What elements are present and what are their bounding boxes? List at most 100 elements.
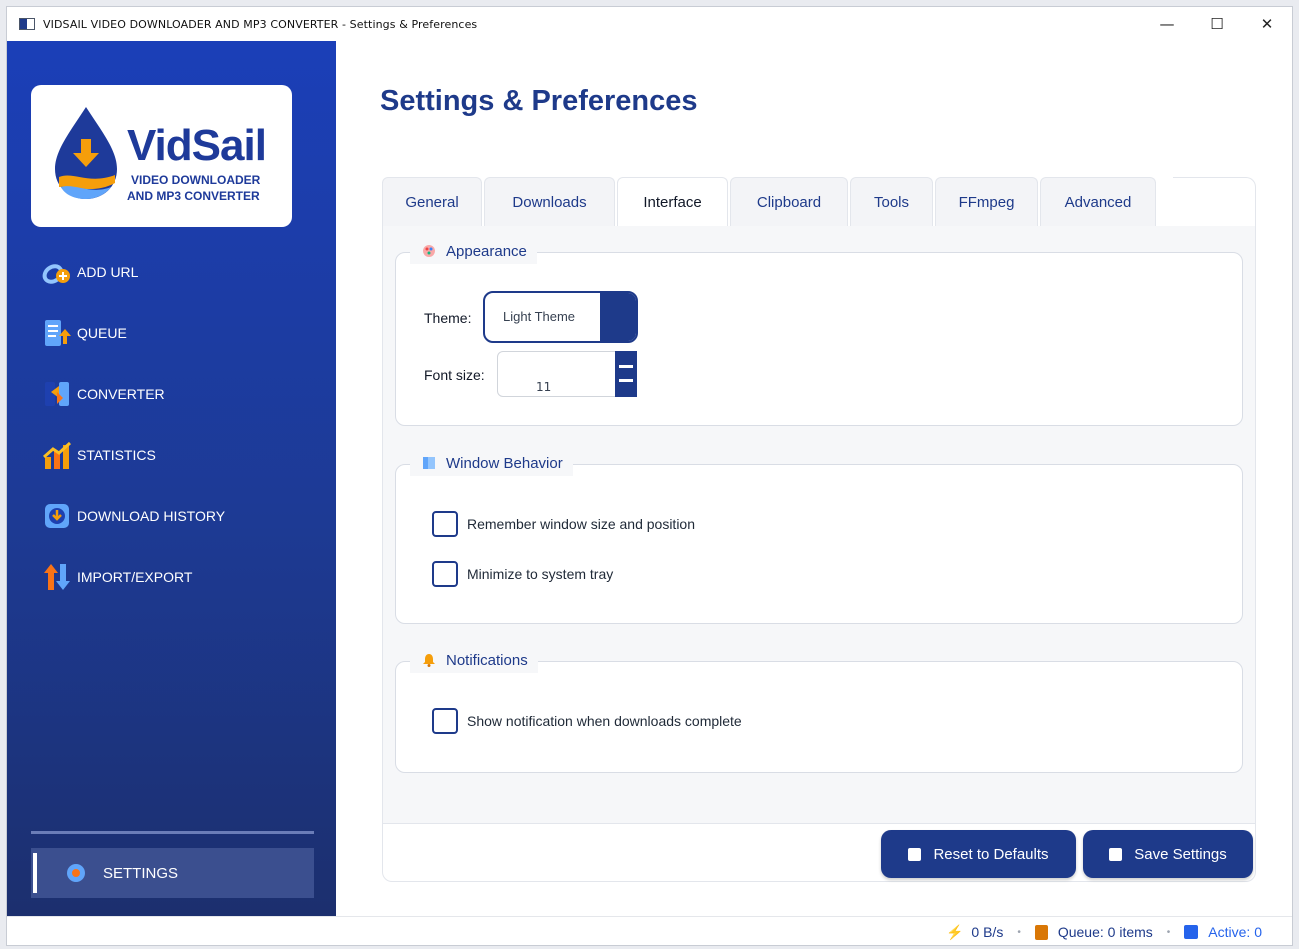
- settings-label: SETTINGS: [103, 864, 179, 882]
- minimize-tray-checkbox[interactable]: [432, 561, 458, 587]
- tab-general[interactable]: General: [382, 177, 482, 227]
- sidebar-divider: [31, 831, 314, 834]
- sidebar-item-label: ADD URL: [77, 263, 139, 280]
- tab-tools[interactable]: Tools: [850, 177, 933, 227]
- status-separator: •: [1017, 926, 1021, 938]
- dropdown-arrow-icon: [600, 293, 636, 341]
- save-settings-button[interactable]: Save Settings: [1083, 830, 1253, 878]
- import-export-icon: [41, 561, 73, 593]
- window-behavior-legend: Window Behavior: [410, 450, 573, 476]
- sidebar-nav: ADD URL QUEUE CONVERTER STATISTICS DOWNL…: [7, 241, 336, 607]
- main-content: Settings & Preferences General Downloads…: [336, 41, 1292, 916]
- window-behavior-group: Window Behavior Remember window size and…: [395, 450, 1243, 624]
- sidebar-item-label: IMPORT/EXPORT: [77, 568, 193, 585]
- theme-select[interactable]: Light Theme: [483, 291, 638, 343]
- close-button[interactable]: ✕: [1242, 7, 1292, 41]
- lightning-icon: ⚡: [945, 923, 964, 940]
- speed-value: 0 B/s: [971, 924, 1004, 940]
- spin-buttons[interactable]: [615, 351, 637, 397]
- download-notification-checkbox[interactable]: [432, 708, 458, 734]
- notifications-group: Notifications Show notification when dow…: [395, 647, 1243, 773]
- droplet-logo-icon: [55, 107, 117, 199]
- speed-status: ⚡ 0 B/s: [946, 924, 1003, 941]
- appearance-title: Appearance: [446, 242, 527, 260]
- sidebar-item-label: CONVERTER: [77, 385, 165, 402]
- reset-icon: [908, 847, 922, 861]
- font-size-label: Font size:: [424, 367, 485, 383]
- remember-window-option[interactable]: Remember window size and position: [432, 511, 695, 537]
- window-icon: [422, 456, 436, 470]
- maximize-button[interactable]: ☐: [1192, 7, 1242, 41]
- queue-value: Queue: 0 items: [1057, 924, 1153, 940]
- statistics-icon: [41, 439, 73, 471]
- status-bar: ⚡ 0 B/s • Queue: 0 items • Active: 0: [7, 916, 1292, 945]
- queue-status: Queue: 0 items: [1034, 924, 1153, 940]
- appearance-legend: Appearance: [410, 238, 537, 264]
- logo-subtitle-line2: AND MP3 CONVERTER: [127, 189, 260, 203]
- sidebar-item-add-url[interactable]: ADD URL: [7, 241, 336, 302]
- sidebar-item-import-export[interactable]: IMPORT/EXPORT: [7, 546, 336, 607]
- app-icon: [19, 18, 35, 30]
- palette-icon: [422, 244, 436, 258]
- bell-icon: [422, 653, 436, 667]
- minimize-tray-label: Minimize to system tray: [467, 566, 614, 582]
- active-status: Active: 0: [1184, 924, 1262, 940]
- logo-title: VidSail: [127, 121, 267, 170]
- sidebar: VidSail VIDEO DOWNLOADER AND MP3 CONVERT…: [7, 41, 336, 916]
- settings-footer: Reset to Defaults Save Settings: [382, 824, 1256, 882]
- minimize-button[interactable]: —: [1142, 7, 1192, 41]
- save-icon: [1109, 847, 1123, 861]
- link-add-icon: [41, 256, 73, 288]
- sidebar-item-label: QUEUE: [77, 324, 127, 341]
- font-size-spinbox[interactable]: 11: [497, 351, 637, 397]
- sidebar-item-download-history[interactable]: DOWNLOAD HISTORY: [7, 485, 336, 546]
- sidebar-item-settings[interactable]: SETTINGS: [31, 848, 314, 898]
- sidebar-item-statistics[interactable]: STATISTICS: [7, 424, 336, 485]
- sidebar-item-label: STATISTICS: [77, 446, 156, 463]
- tab-interface[interactable]: Interface: [617, 177, 728, 227]
- tab-downloads[interactable]: Downloads: [484, 177, 615, 227]
- spin-down-icon: [619, 379, 633, 382]
- sidebar-item-converter[interactable]: CONVERTER: [7, 363, 336, 424]
- active-indicator: [33, 853, 37, 893]
- interface-panel: Appearance Theme: Light Theme Font size:…: [382, 226, 1256, 824]
- remember-window-checkbox[interactable]: [432, 511, 458, 537]
- download-notification-option[interactable]: Show notification when downloads complet…: [432, 708, 742, 734]
- download-notification-label: Show notification when downloads complet…: [467, 713, 742, 729]
- queue-icon: [41, 317, 73, 349]
- remember-window-label: Remember window size and position: [467, 516, 695, 532]
- refresh-icon: [1184, 925, 1199, 939]
- logo: VidSail VIDEO DOWNLOADER AND MP3 CONVERT…: [31, 85, 292, 227]
- tab-ffmpeg[interactable]: FFmpeg: [935, 177, 1038, 227]
- converter-icon: [41, 378, 73, 410]
- status-separator: •: [1166, 926, 1171, 938]
- theme-value: Light Theme: [503, 309, 576, 324]
- sidebar-item-queue[interactable]: QUEUE: [7, 302, 336, 363]
- font-size-value: 11: [536, 380, 552, 394]
- reset-label: Reset to Defaults: [933, 845, 1049, 863]
- app-window: VIDSAIL VIDEO DOWNLOADER AND MP3 CONVERT…: [6, 6, 1293, 946]
- history-icon: [41, 500, 73, 532]
- active-value: Active: 0: [1208, 924, 1262, 940]
- minimize-tray-option[interactable]: Minimize to system tray: [432, 561, 613, 587]
- window-behavior-title: Window Behavior: [446, 454, 563, 472]
- notifications-legend: Notifications: [410, 647, 538, 673]
- window-title: VIDSAIL VIDEO DOWNLOADER AND MP3 CONVERT…: [43, 17, 478, 31]
- tab-strip-filler: [1173, 177, 1256, 227]
- reset-defaults-button[interactable]: Reset to Defaults: [881, 830, 1076, 878]
- tab-advanced[interactable]: Advanced: [1040, 177, 1156, 227]
- sidebar-item-label: DOWNLOAD HISTORY: [77, 507, 226, 524]
- appearance-group: Appearance Theme: Light Theme Font size:…: [395, 238, 1243, 426]
- window-controls: — ☐ ✕: [1142, 7, 1292, 41]
- notifications-title: Notifications: [446, 651, 528, 669]
- settings-tabs: General Downloads Interface Clipboard To…: [382, 177, 1158, 227]
- page-title: Settings & Preferences: [380, 85, 698, 117]
- save-label: Save Settings: [1134, 845, 1227, 863]
- theme-label: Theme:: [424, 310, 472, 326]
- title-bar: VIDSAIL VIDEO DOWNLOADER AND MP3 CONVERT…: [7, 7, 1292, 41]
- tab-clipboard[interactable]: Clipboard: [730, 177, 848, 227]
- clipboard-icon: [1034, 924, 1048, 940]
- spin-up-icon: [619, 365, 633, 368]
- logo-subtitle-line1: VIDEO DOWNLOADER: [131, 173, 261, 187]
- gear-icon: [65, 862, 87, 884]
